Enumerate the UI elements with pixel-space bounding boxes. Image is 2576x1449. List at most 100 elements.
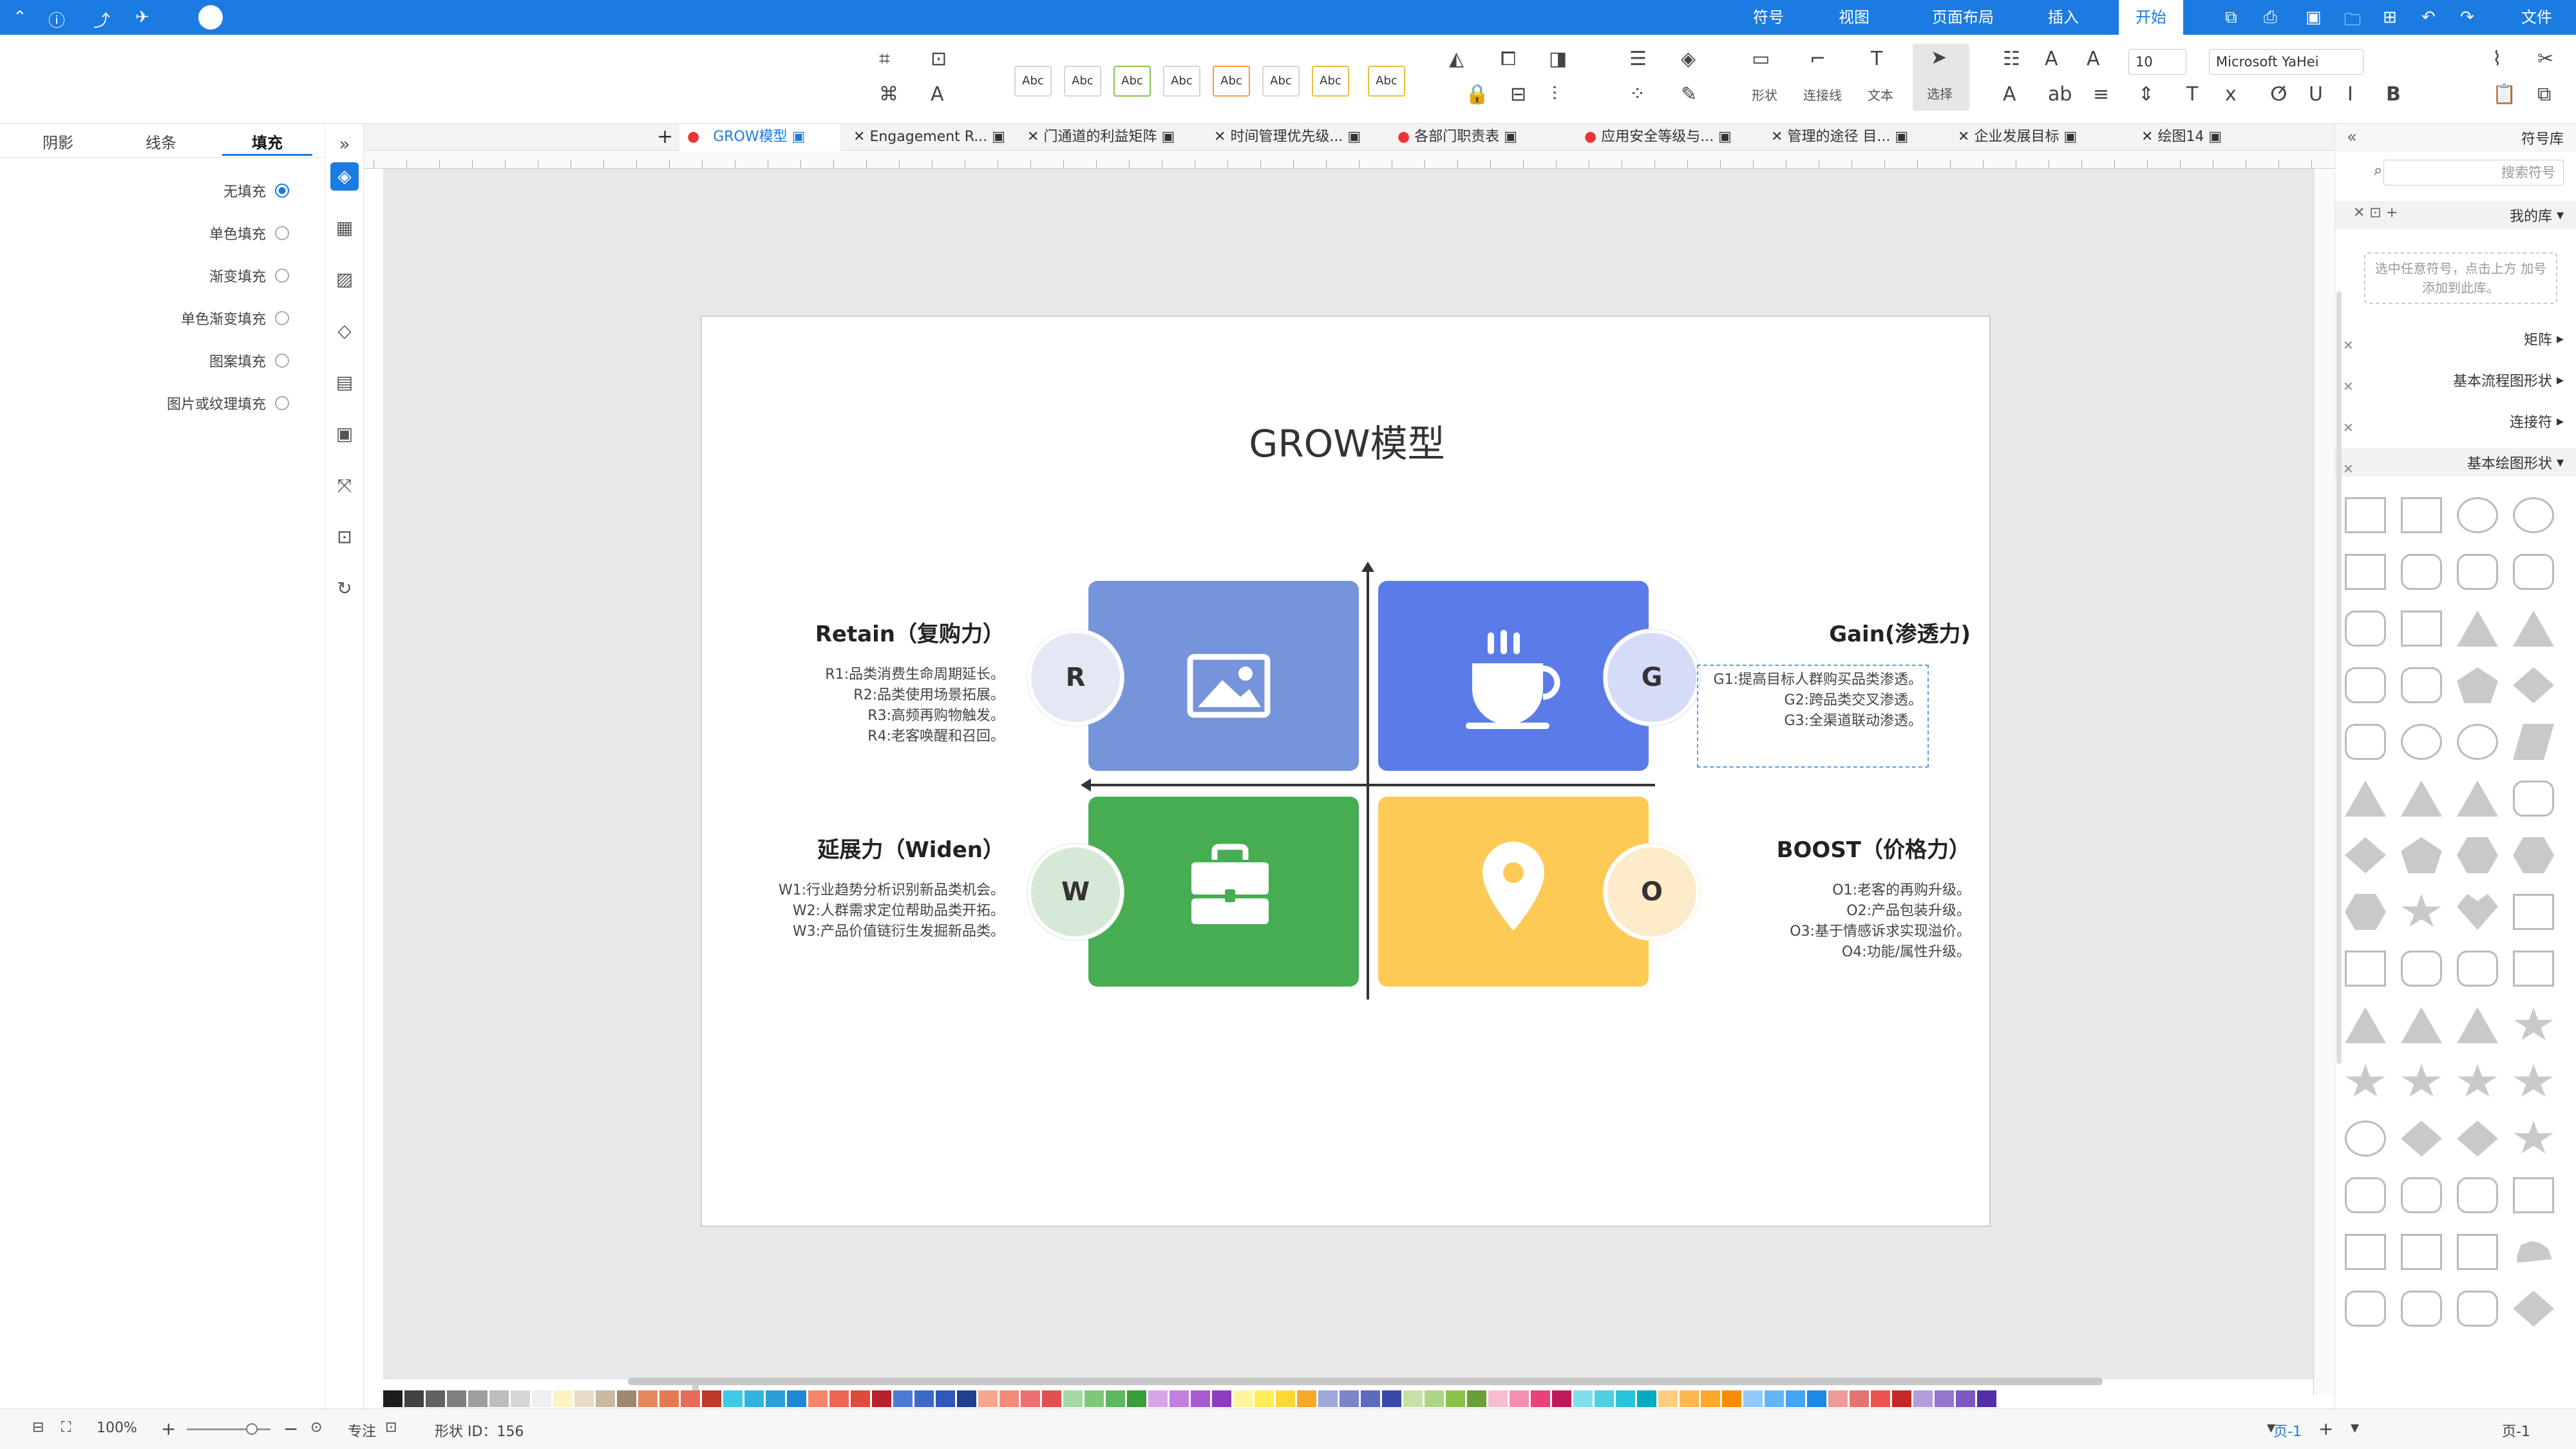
redo-icon[interactable]: ↷ (2460, 8, 2474, 27)
symbol-circle-shape[interactable] (2457, 724, 2498, 760)
horizontal-scrollbar[interactable] (628, 1378, 2103, 1385)
color-swatch[interactable] (1042, 1390, 1061, 1407)
style-preset-5[interactable]: Abc (1213, 66, 1250, 97)
new-icon[interactable]: ⊞ (2383, 8, 2397, 27)
page-tab-active[interactable]: 页-1 (2273, 1420, 2302, 1441)
symbol-rect-shape[interactable] (2401, 497, 2442, 533)
symbol-round-shape[interactable] (2401, 1177, 2442, 1213)
list-icon[interactable]: ☷ (2003, 48, 2020, 70)
color-swatch[interactable] (553, 1390, 573, 1407)
align-text-icon[interactable]: ⇕ (2138, 83, 2154, 106)
open-icon[interactable]: 🗀 (2344, 8, 2361, 36)
color-swatch[interactable] (957, 1390, 976, 1407)
line-style-icon[interactable]: ☰ (1629, 48, 1647, 70)
tab-home[interactable]: 开始 (2119, 0, 2183, 35)
collapse-right-icon[interactable]: « (2347, 128, 2357, 147)
color-swatch[interactable] (1148, 1390, 1168, 1407)
doc-tab-active[interactable]: ● GROW模型 ▣ (679, 124, 840, 151)
symbol-tri-shape[interactable] (2345, 781, 2386, 817)
style-preset-7[interactable]: Abc (1312, 66, 1349, 97)
tab-page-layout[interactable]: 页面布局 (1932, 0, 1994, 35)
section-matrix[interactable]: 矩阵 ▸ (2335, 325, 2576, 353)
color-swatch[interactable] (1233, 1390, 1253, 1407)
add-page-icon[interactable]: + (2318, 1418, 2333, 1439)
boost-description[interactable]: O1:老客的再购升级。 O2:产品包装升级。 O3:基于情感诉求实现溢价。 O4… (1707, 880, 1971, 963)
widen-heading[interactable]: 延展力（Widen） (766, 832, 1005, 864)
section-connector[interactable]: 连接符 ▸ (2335, 407, 2576, 435)
symbol-star-shape[interactable] (2514, 1064, 2553, 1097)
underline-icon[interactable]: U (2309, 83, 2323, 106)
close-section-icons[interactable]: ✕ ✕ ✕ ✕ (2343, 325, 2354, 489)
widen-description[interactable]: W1:行业趋势分析识别新品类机会。 W2:人群需求定位帮助品类开拓。 W3:产品… (741, 880, 1005, 942)
style-preset-1[interactable]: Abc (1014, 66, 1052, 97)
color-swatch[interactable] (978, 1390, 998, 1407)
layers-tool-icon[interactable]: ◇ (330, 317, 359, 345)
color-swatch[interactable] (1127, 1390, 1146, 1407)
font-color-icon[interactable]: A (2003, 83, 2016, 106)
color-swatch[interactable] (638, 1390, 658, 1407)
color-swatch[interactable] (1935, 1390, 1954, 1407)
tab-view[interactable]: 视图 (1839, 0, 1870, 35)
color-swatch[interactable] (1084, 1390, 1104, 1407)
color-swatch[interactable] (1552, 1390, 1571, 1407)
color-swatch[interactable] (1807, 1390, 1826, 1407)
fit-tool-icon[interactable]: ⤧ (330, 471, 359, 500)
flip-icon[interactable]: ◭ (1449, 48, 1464, 70)
style-preset-3[interactable]: Abc (1113, 66, 1151, 97)
color-swatch[interactable] (1297, 1390, 1316, 1407)
tab-insert[interactable]: 插入 (2048, 0, 2079, 35)
user-avatar[interactable] (198, 5, 223, 30)
doc-tab[interactable]: ✕ 时间管理优先级... ▣ (1214, 124, 1388, 151)
font-size-select[interactable]: 10 (2128, 49, 2186, 75)
frame-icon[interactable]: ⊡ (931, 48, 947, 70)
strikethrough-icon[interactable]: ⵚ (2270, 83, 2287, 106)
color-swatch[interactable] (1361, 1390, 1380, 1407)
help-icon[interactable]: ⓘ (48, 8, 65, 32)
shape-tool-icon[interactable]: ▭ (1752, 48, 1770, 70)
doc-tab[interactable]: ✕ 门通道的利益矩阵 ▣ (1027, 124, 1204, 151)
format-brush-icon[interactable]: ⌇ (2492, 48, 2502, 70)
zoom-slider-thumb[interactable] (246, 1423, 258, 1435)
symbol-star-shape[interactable] (2514, 1121, 2553, 1153)
color-swatch[interactable] (1871, 1390, 1890, 1407)
symbol-tri-shape[interactable] (2457, 1007, 2498, 1043)
publish-icon[interactable]: ✈ (135, 8, 149, 27)
color-swatch[interactable] (723, 1390, 743, 1407)
cut-icon[interactable]: ✂ (2537, 48, 2553, 70)
fill-tool-icon[interactable]: ◈ (330, 162, 359, 191)
font-family-select[interactable]: Microsoft YaHei (2209, 49, 2363, 75)
color-swatch[interactable] (1021, 1390, 1040, 1407)
diagram-page[interactable]: GROW模型 R Retain（复购力） R1:品类消费生命周期延长。 R2:品… (701, 316, 1991, 1227)
text-tool-icon[interactable]: T (1871, 48, 1882, 70)
symbol-heart-shape[interactable] (2457, 894, 2498, 930)
color-swatch[interactable] (1722, 1390, 1741, 1407)
symbol-circle-shape[interactable] (2401, 724, 2442, 760)
print-icon[interactable]: ⎙ (2264, 8, 2277, 28)
symbol-round-shape[interactable] (2457, 1177, 2498, 1213)
font-grow-icon[interactable]: A (2045, 48, 2058, 70)
distribute-icon[interactable]: ⫶ (1552, 83, 1557, 106)
symbol-tri-shape[interactable] (2401, 781, 2442, 817)
highlight-icon[interactable]: ab (2048, 83, 2072, 106)
collapse-panel-icon[interactable]: » (330, 130, 359, 158)
doc-tab[interactable]: ● 应用安全等级与... ▣ (1584, 124, 1761, 151)
symbol-scrollbar[interactable] (2336, 291, 2342, 1064)
color-swatch[interactable] (1531, 1390, 1550, 1407)
fill-option-image[interactable]: 图片或纹理填充 (167, 393, 289, 413)
symbol-penta-shape[interactable] (2401, 837, 2442, 873)
menu-chevron-icon[interactable]: ⌃ (13, 8, 27, 27)
gain-description[interactable]: G1:提高目标人群购买品类渗透。 G2:跨品类交叉渗透。 G3:全渠道联动渗透。 (1697, 665, 1929, 768)
color-swatch[interactable] (1510, 1390, 1529, 1407)
page-list-icon[interactable]: ▾ (2351, 1418, 2359, 1437)
symbol-round-shape[interactable] (2345, 1177, 2386, 1213)
color-swatch[interactable] (681, 1390, 700, 1407)
symbol-round-shape[interactable] (2345, 611, 2386, 647)
gain-heading[interactable]: Gain(渗透力) (1719, 616, 1971, 648)
color-swatch[interactable] (1828, 1390, 1848, 1407)
save-icon[interactable]: ▣ (2306, 8, 2322, 27)
color-swatch[interactable] (1340, 1390, 1359, 1407)
symbol-diamond-shape[interactable] (2457, 1121, 2498, 1157)
symbol-round-shape[interactable] (2457, 951, 2498, 987)
color-swatch[interactable] (532, 1390, 551, 1407)
symbol-rect-shape[interactable] (2401, 611, 2442, 647)
